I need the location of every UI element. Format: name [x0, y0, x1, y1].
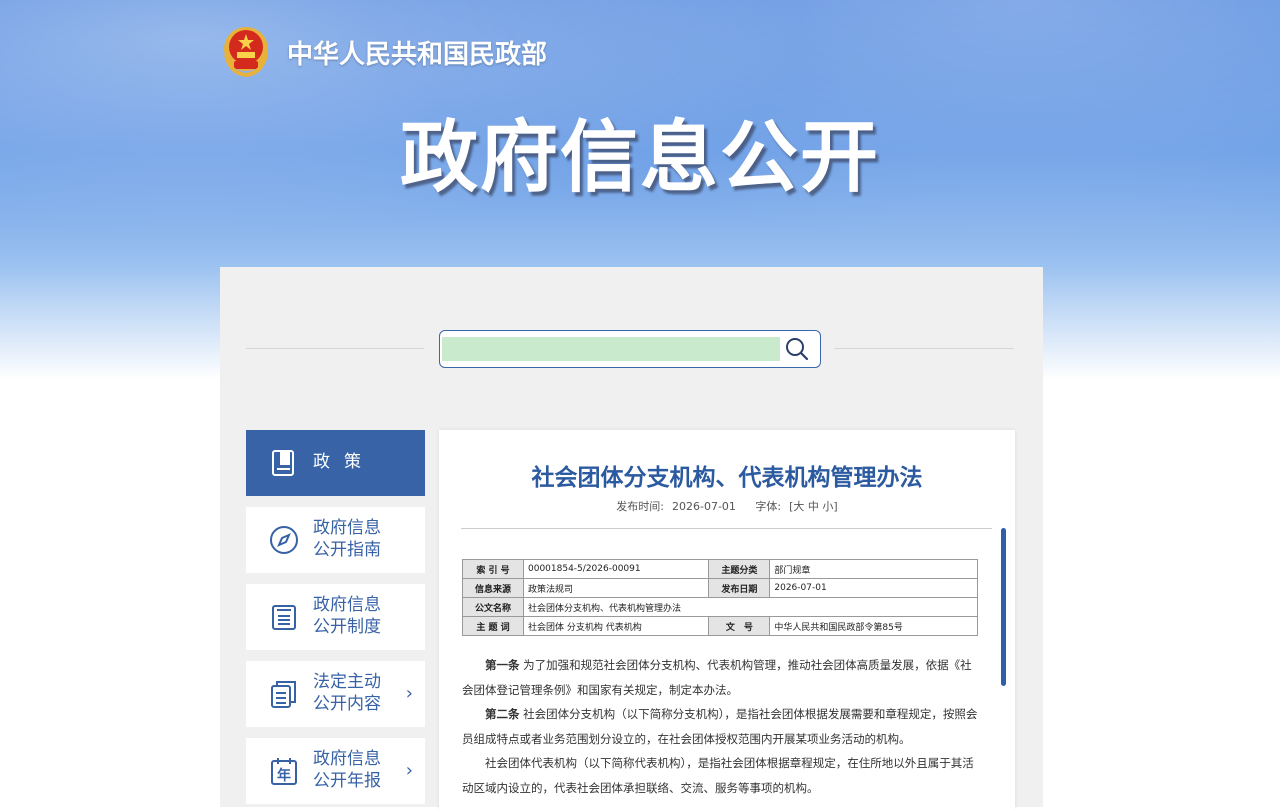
search-button[interactable] — [784, 336, 810, 362]
paragraph: 第二条 社会团体分支机构（以下简称分支机构），是指社会团体根据发展需要和章程规定… — [462, 707, 978, 746]
paragraph: 第一条 为了加强和规范社会团体分支机构、代表机构管理，推动社会团体高质量发展，依… — [462, 658, 972, 697]
list-document-icon — [272, 605, 296, 630]
font-size-options[interactable]: [大 中 小] — [789, 500, 838, 513]
book-icon — [272, 450, 294, 476]
table-row: 公文名称 社会团体分支机构、代表机构管理办法 — [462, 597, 978, 617]
info-table: 索 引 号 00001854-5/2026-00091 主题分类 部门规章 信息… — [462, 559, 978, 636]
article-meta: 发布时间: 2026-07-01 字体: [大 中 小] — [439, 498, 1015, 514]
font-size-label: 字体: — [755, 500, 782, 513]
table-row: 主 题 词 社会团体 分支机构 代表机构 文 号 中华人民共和国民政部令第85号 — [462, 616, 978, 636]
sidebar-item-guide[interactable]: 政府信息 公开指南 — [246, 507, 425, 573]
table-row: 索 引 号 00001854-5/2026-00091 主题分类 部门规章 — [462, 559, 978, 579]
sidebar-item-label: 政府信息 公开制度 — [313, 595, 381, 637]
chevron-right-icon: › — [405, 683, 413, 704]
sidebar-item-label: 政府信息 公开年报 — [313, 749, 381, 791]
title-divider — [461, 528, 992, 529]
documents-icon — [271, 681, 296, 708]
sidebar-item-system[interactable]: 政府信息 公开制度 — [246, 584, 425, 650]
search-input[interactable] — [442, 337, 780, 361]
ministry-name: 中华人民共和国民政部 — [287, 40, 548, 70]
sidebar-item-label: 政府信息 公开指南 — [313, 518, 381, 560]
sidebar-item-policy[interactable]: 政策 — [246, 430, 425, 496]
search-icon — [786, 338, 809, 361]
search-box — [439, 330, 821, 368]
calendar-year-icon: 年 — [271, 758, 297, 785]
paragraph: 社会团体代表机构（以下简称代表机构），是指社会团体根据章程规定，在住所地以外且属… — [462, 756, 974, 795]
sidebar-item-label: 政策 — [313, 452, 375, 472]
svg-text:年: 年 — [277, 767, 291, 784]
page-title: 政府信息公开 — [399, 113, 880, 203]
sidebar-item-mandatory-content[interactable]: 法定主动 公开内容 › — [246, 661, 425, 727]
publish-label: 发布时间: — [616, 500, 664, 513]
national-emblem-icon — [224, 27, 268, 77]
sidebar-item-annual-report[interactable]: 年 政府信息 公开年报 › — [246, 738, 425, 804]
search-divider-right — [834, 348, 1014, 349]
compass-icon — [270, 526, 298, 554]
table-row: 信息来源 政策法规司 发布日期 2026-07-01 — [462, 578, 978, 598]
article-scrollbar[interactable] — [1001, 528, 1006, 686]
search-divider-left — [246, 348, 424, 349]
article-title: 社会团体分支机构、代表机构管理办法 — [531, 465, 923, 491]
publish-date: 2026-07-01 — [671, 500, 736, 513]
sidebar-item-label: 法定主动 公开内容 — [313, 672, 381, 714]
article-body: 第一条 为了加强和规范社会团体分支机构、代表机构管理，推动社会团体高质量发展，依… — [462, 653, 980, 800]
chevron-right-icon: › — [405, 760, 413, 781]
